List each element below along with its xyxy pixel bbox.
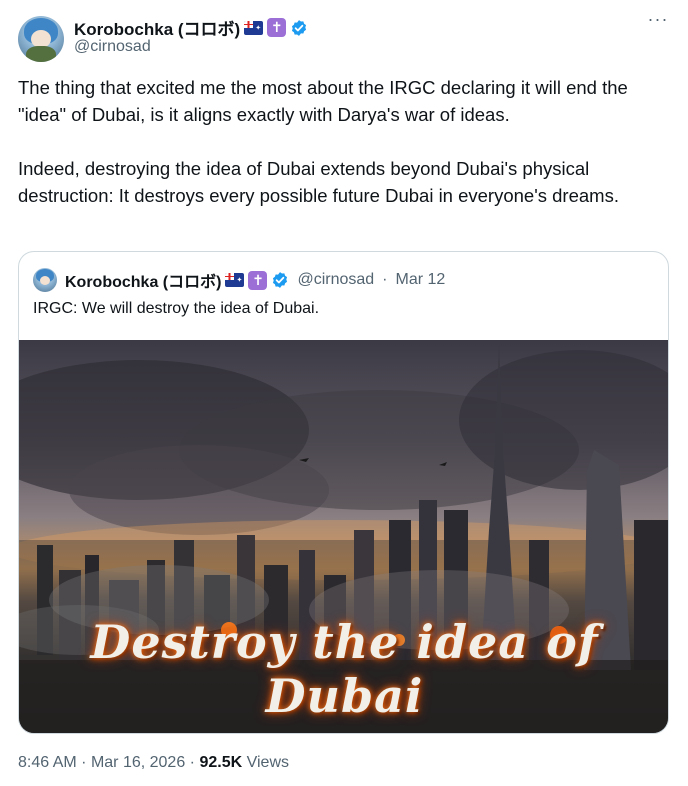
views-count: 92.5K	[199, 754, 243, 771]
tweet-time[interactable]: 8:46 AM	[18, 754, 77, 771]
meta-separator: ·	[189, 754, 195, 771]
quoted-tweet[interactable]: Korobochka (コロボ) ✝ @cirnosad · Mar 12 IR…	[18, 251, 669, 734]
quoted-tweet-date: Mar 12	[395, 271, 446, 288]
meta-separator: ·	[81, 754, 87, 771]
author-name-line: Korobochka (コロボ) ✝	[74, 15, 308, 40]
tweet-header: Korobochka (コロボ) ✝ @cirnosad ···	[18, 10, 670, 62]
quoted-tweet-image[interactable]: Destroy the idea of Dubai	[19, 340, 668, 733]
quoted-author-name: Korobochka (コロボ)	[65, 274, 222, 291]
author-avatar[interactable]	[18, 16, 64, 62]
tweet-date[interactable]: Mar 16, 2026	[91, 754, 185, 771]
cross-badge-icon: ✝	[248, 270, 268, 290]
verified-badge-icon	[273, 272, 288, 288]
quoted-author-handle: @cirnosad	[297, 271, 375, 288]
views-label: Views	[246, 754, 289, 771]
tweet-paragraph: Indeed, destroying the idea of Dubai ext…	[18, 158, 619, 206]
meta-separator: ·	[382, 271, 388, 288]
tweet-paragraph: The thing that excited me the most about…	[18, 77, 628, 125]
cross-badge-icon: ✝	[267, 18, 287, 37]
author-name[interactable]: Korobochka (コロボ)	[74, 15, 240, 40]
more-icon[interactable]: ···	[646, 10, 670, 32]
quoted-author-avatar	[33, 268, 57, 292]
image-caption: Destroy the idea of Dubai	[90, 615, 599, 723]
quoted-tweet-header: Korobochka (コロボ) ✝ @cirnosad · Mar 12	[33, 268, 445, 292]
australia-flag-icon	[225, 273, 245, 287]
author-handle[interactable]: @cirnosad	[74, 38, 151, 56]
quoted-tweet-text: IRGC: We will destroy the idea of Dubai.	[33, 300, 320, 317]
tweet-footer: 8:46 AM · Mar 16, 2026 · 92.5K Views	[18, 754, 289, 772]
australia-flag-icon	[244, 20, 264, 35]
tweet-body: The thing that excited me the most about…	[18, 74, 668, 209]
verified-badge-icon	[292, 19, 307, 36]
